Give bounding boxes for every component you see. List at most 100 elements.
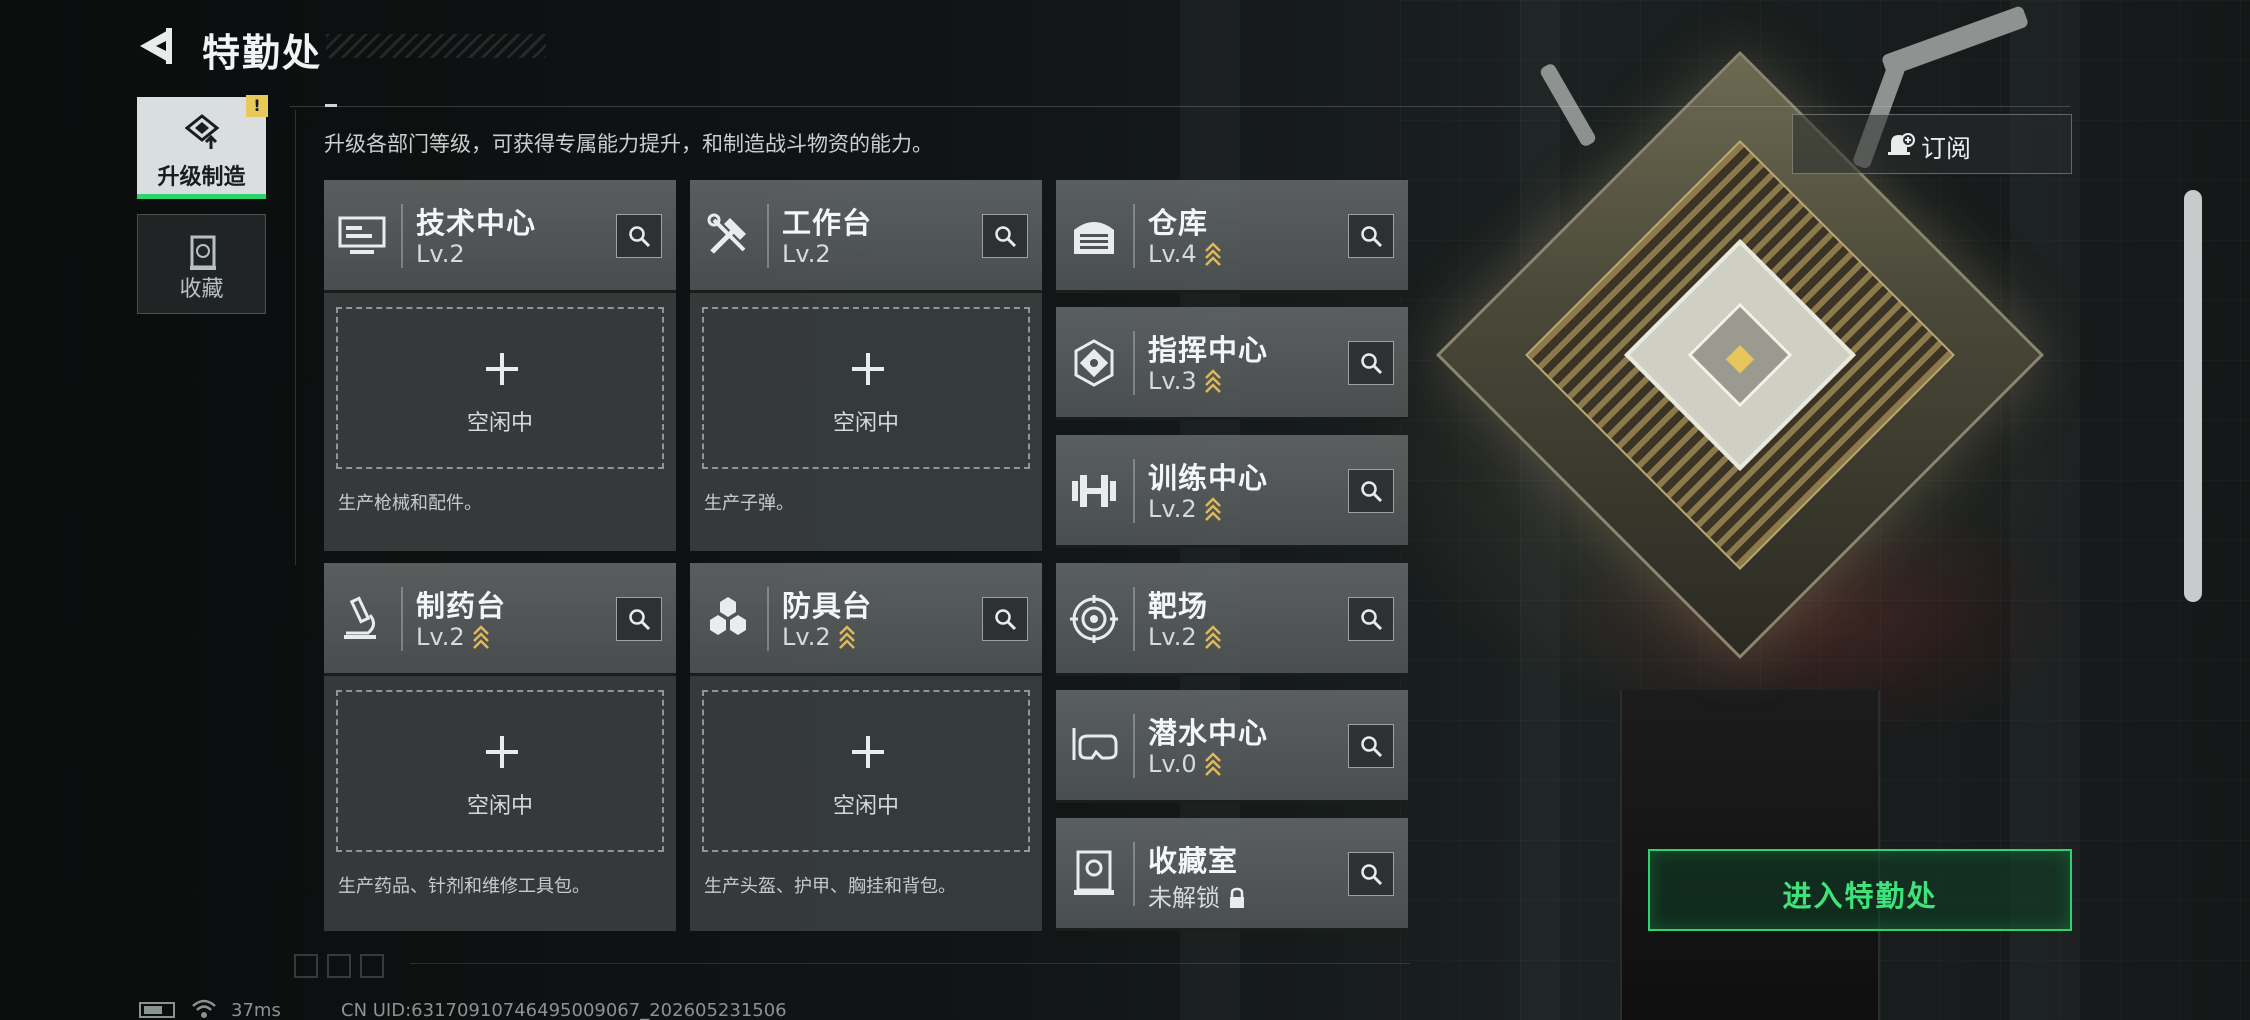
enter-special-ops-button[interactable]: 进入特勤处	[1648, 849, 2072, 931]
nav-item-collection[interactable]: 收藏	[137, 214, 266, 314]
facility-card-collection-room[interactable]: 收藏室 未解锁	[1056, 818, 1408, 931]
facility-name: 防具台	[782, 589, 873, 623]
facility-card-command-center[interactable]: 指挥中心 Lv.3	[1056, 307, 1408, 420]
user-uid: CN UID:63170910746495009067_202605231506	[341, 1000, 787, 1020]
facility-level: Lv.2	[782, 240, 831, 268]
facility-name: 训练中心	[1148, 461, 1269, 495]
production-description: 生产药品、针剂和维修工具包。	[338, 876, 590, 897]
plus-icon	[486, 736, 518, 768]
search-button[interactable]	[1348, 597, 1394, 641]
separator	[1133, 842, 1135, 906]
production-description: 生产枪械和配件。	[338, 493, 482, 514]
search-button[interactable]	[1348, 469, 1394, 513]
facility-card-warehouse[interactable]: 仓库 Lv.4	[1056, 180, 1408, 293]
facility-level: Lv.2	[416, 623, 491, 651]
back-button[interactable]	[136, 24, 178, 68]
nav-item-label: 升级制造	[157, 165, 246, 190]
upgrade-chevron-icon	[472, 625, 489, 649]
separator	[767, 587, 769, 651]
production-slot[interactable]: 空闲中	[336, 690, 664, 852]
wifi-icon	[192, 999, 216, 1018]
nav-item-label: 收藏	[179, 277, 224, 302]
facility-name: 潜水中心	[1148, 716, 1269, 750]
facility-card-armor-bench[interactable]: 防具台 Lv.2	[690, 563, 1042, 676]
tools-icon	[707, 213, 746, 254]
facility-level: 未解锁	[1148, 878, 1246, 913]
plus-icon	[486, 353, 518, 385]
ping-readout: 37ms	[231, 1000, 281, 1020]
upgrade-chevron-icon	[1204, 369, 1221, 393]
divider-line	[290, 106, 2070, 107]
nav-item-upgrade-build[interactable]: ! 升级制造	[137, 95, 268, 199]
search-button[interactable]	[982, 214, 1028, 258]
facility-card-pharmacy[interactable]: 制药台 Lv.2	[324, 563, 676, 676]
separator	[401, 204, 403, 268]
facility-level: Lv.4	[1148, 240, 1223, 268]
upgrade-chevron-icon	[1204, 497, 1221, 521]
command-chip-icon	[1074, 339, 1114, 387]
battery-icon	[139, 1002, 175, 1018]
production-slot-card: 空闲中 生产枪械和配件。	[324, 293, 676, 551]
plus-icon	[852, 736, 884, 768]
search-button[interactable]	[1348, 341, 1394, 385]
search-button[interactable]	[1348, 214, 1394, 258]
production-slot[interactable]: 空闲中	[702, 690, 1030, 852]
facility-name: 指挥中心	[1148, 333, 1269, 367]
production-slot[interactable]: 空闲中	[336, 307, 664, 469]
facility-name: 工作台	[782, 206, 873, 240]
enter-button-label: 进入特勤处	[1782, 879, 1938, 913]
production-description: 生产头盔、护甲、胸挂和背包。	[704, 876, 956, 897]
search-icon	[629, 226, 651, 248]
upgrade-chevron-icon	[1204, 625, 1221, 649]
upgrade-chevron-icon	[1204, 752, 1221, 776]
back-arrow-icon	[140, 28, 172, 64]
page-title: 特勤处	[202, 31, 323, 75]
separator	[1133, 331, 1135, 395]
production-slot-card: 空闲中 生产药品、针剂和维修工具包。	[324, 676, 676, 931]
facility-name: 仓库	[1148, 206, 1209, 240]
facility-name: 技术中心	[416, 206, 537, 240]
search-button[interactable]	[1348, 724, 1394, 768]
slot-status: 空闲中	[466, 794, 533, 819]
facility-level: Lv.2	[1148, 495, 1223, 523]
search-icon	[1361, 864, 1383, 886]
search-button[interactable]	[616, 214, 662, 258]
search-icon	[1361, 353, 1383, 375]
decorative-line	[410, 963, 1410, 964]
collection-icon	[190, 235, 216, 270]
search-button[interactable]	[982, 597, 1028, 641]
separator	[767, 204, 769, 268]
page-description: 升级各部门等级，可获得专属能力提升，和制造战斗物资的能力。	[324, 132, 933, 156]
slot-status: 空闲中	[466, 411, 533, 436]
plus-icon	[852, 353, 884, 385]
production-slot[interactable]: 空闲中	[702, 307, 1030, 469]
facility-name: 靶场	[1148, 589, 1209, 623]
facility-card-workbench[interactable]: 工作台 Lv.2	[690, 180, 1042, 293]
subscribe-button[interactable]: 订阅	[1792, 114, 2072, 174]
active-indicator	[137, 194, 266, 199]
facility-card-shooting-range[interactable]: 靶场 Lv.2	[1056, 563, 1408, 676]
dumbbell-icon	[1072, 475, 1116, 507]
facility-level: Lv.3	[1148, 367, 1223, 395]
search-button[interactable]	[616, 597, 662, 641]
search-icon	[1361, 736, 1383, 758]
divider-mark	[325, 104, 337, 107]
search-icon	[1361, 481, 1383, 503]
upgrade-chevron-icon	[838, 625, 855, 649]
production-description: 生产子弹。	[704, 493, 794, 514]
facility-card-training-center[interactable]: 训练中心 Lv.2	[1056, 435, 1408, 548]
search-icon	[995, 226, 1017, 248]
search-button[interactable]	[1348, 852, 1394, 896]
alert-badge: !	[246, 95, 268, 117]
subscribe-label: 订阅	[1921, 134, 1972, 163]
scrollbar[interactable]	[2184, 190, 2202, 602]
decorative-marks	[294, 954, 384, 978]
microscope-icon	[344, 596, 376, 639]
lock-icon	[1230, 887, 1244, 908]
facility-level: Lv.2	[1148, 623, 1223, 651]
production-slot-card: 空闲中 生产子弹。	[690, 293, 1042, 551]
facility-card-diving-center[interactable]: 潜水中心 Lv.0	[1056, 690, 1408, 803]
facility-card-tech-center[interactable]: 技术中心 Lv.2	[324, 180, 676, 293]
separator	[1133, 714, 1135, 778]
separator	[1133, 587, 1135, 651]
